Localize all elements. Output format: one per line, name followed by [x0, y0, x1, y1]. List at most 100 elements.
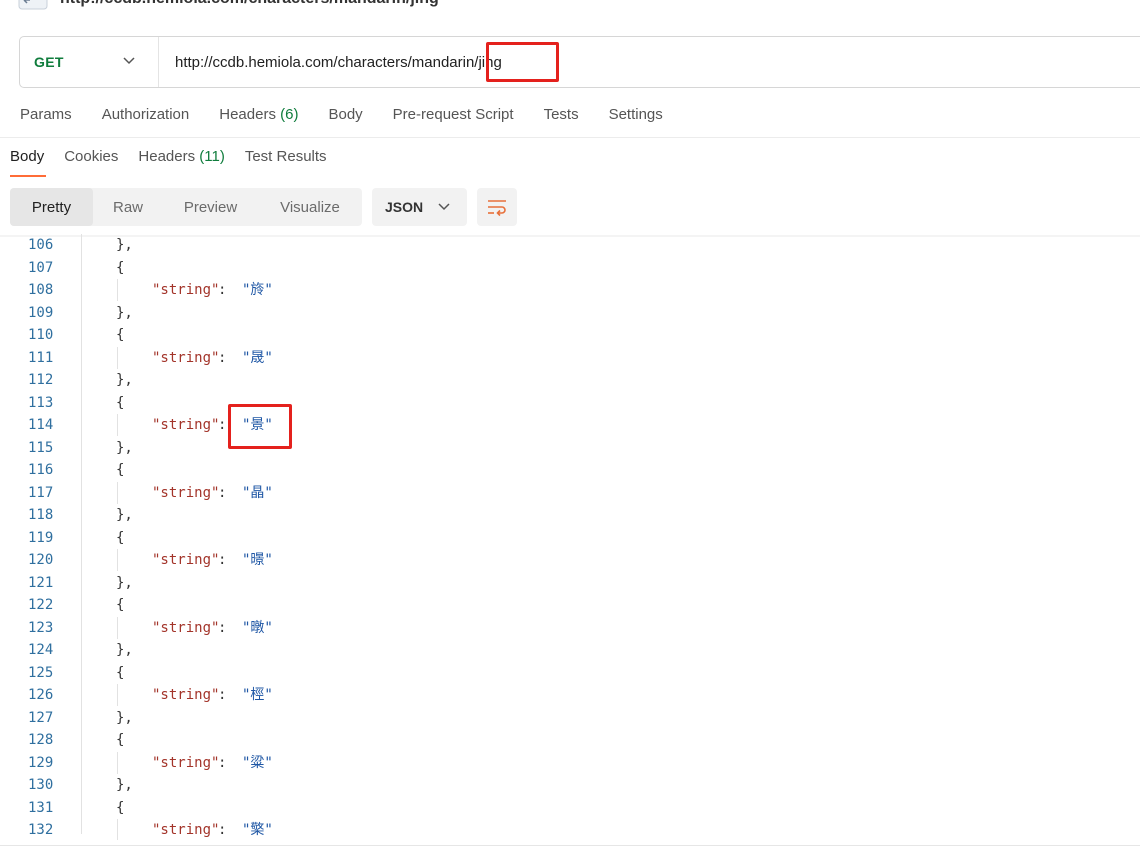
- format-select[interactable]: JSON: [372, 188, 467, 226]
- response-tab-cookies[interactable]: Cookies: [64, 148, 118, 170]
- line-number: 107: [28, 259, 54, 276]
- tab-body[interactable]: Body: [328, 106, 362, 130]
- line-number: 110: [28, 327, 54, 343]
- response-tab-test-results[interactable]: Test Results: [245, 148, 327, 170]
- wrap-lines-button[interactable]: [477, 188, 517, 226]
- json-value: "晟": [242, 349, 273, 366]
- code-line: 112},: [0, 369, 1140, 391]
- method-select[interactable]: GET: [20, 37, 159, 87]
- response-tab-body[interactable]: Body: [10, 148, 44, 170]
- line-number: 131: [28, 799, 54, 816]
- tab-tests[interactable]: Tests: [544, 106, 579, 130]
- code-line: 114 "string": "景": [0, 414, 1140, 436]
- closing-brace: },: [116, 507, 133, 523]
- line-number: 119: [28, 529, 54, 546]
- response-body-viewer[interactable]: 106}, 107 {108 "string": "旍" 109}, 110 {111 "str…: [0, 234, 1140, 840]
- code-line: 107 {: [0, 257, 1140, 279]
- code-line: 116 {: [0, 459, 1140, 481]
- line-number: 114: [28, 417, 54, 433]
- line-number: 115: [28, 439, 54, 456]
- json-key: "string": [152, 687, 220, 703]
- closing-brace: },: [116, 237, 133, 253]
- colon: :: [218, 822, 227, 838]
- tab-authorization[interactable]: Authorization: [102, 106, 190, 130]
- http-request-icon: [18, 0, 48, 10]
- indent-guide: [117, 751, 118, 774]
- json-key: "string": [152, 619, 220, 636]
- code-line: 111 "string": "晟": [0, 346, 1140, 369]
- indent-guide: [117, 414, 118, 436]
- code-line: 121},: [0, 572, 1140, 594]
- opening-brace: {: [116, 799, 125, 816]
- indent-guide: [81, 234, 82, 834]
- method-label: GET: [34, 54, 64, 70]
- closing-brace: },: [116, 642, 133, 658]
- colon: :: [218, 417, 227, 433]
- code-line: 124},: [0, 639, 1140, 661]
- code-line: 127},: [0, 707, 1140, 729]
- colon: :: [218, 754, 227, 771]
- colon: :: [218, 484, 227, 501]
- request-tabs: Params Authorization Headers (6) Body Pr…: [20, 106, 693, 130]
- code-line: 109},: [0, 302, 1140, 324]
- code-line: 117 "string": "晶": [0, 481, 1140, 504]
- line-number: 120: [28, 552, 54, 568]
- json-key: "string": [152, 484, 220, 501]
- view-mode-group: Pretty Raw Preview Visualize: [10, 188, 362, 226]
- opening-brace: {: [116, 597, 125, 613]
- json-key: "string": [152, 282, 220, 298]
- json-key: "string": [152, 754, 220, 771]
- url-highlight-box: [486, 42, 559, 82]
- url-input[interactable]: http://ccdb.hemiola.com/characters/manda…: [175, 54, 502, 71]
- line-number: 116: [28, 462, 54, 478]
- wrap-lines-icon: [488, 200, 506, 217]
- json-value: "檠": [242, 822, 273, 838]
- closing-brace: },: [116, 709, 133, 726]
- code-line: 128 {: [0, 729, 1140, 751]
- indent-guide: [117, 346, 118, 369]
- chevron-down-icon: [438, 203, 450, 211]
- tab-pre-request-script[interactable]: Pre-request Script: [393, 106, 514, 130]
- tab-headers-label: Headers: [219, 106, 276, 123]
- line-number: 129: [28, 754, 54, 771]
- json-value: "暻": [242, 552, 273, 568]
- view-pretty-button[interactable]: Pretty: [10, 188, 93, 226]
- colon: :: [218, 349, 227, 366]
- response-tab-headers-label: Headers: [138, 148, 196, 165]
- code-line: 131 {: [0, 797, 1140, 819]
- colon: :: [218, 619, 227, 636]
- response-tabs: Body Cookies Headers (11) Test Results: [10, 148, 347, 170]
- json-value: "粱": [242, 754, 273, 771]
- format-label: JSON: [385, 199, 424, 215]
- closing-brace: },: [116, 777, 133, 793]
- line-number: 121: [28, 574, 54, 591]
- view-visualize-button[interactable]: Visualize: [258, 188, 362, 226]
- divider: [0, 137, 1140, 138]
- url-bar: GET http://ccdb.hemiola.com/characters/m…: [19, 36, 1140, 88]
- view-raw-button[interactable]: Raw: [93, 188, 163, 226]
- closing-brace: },: [116, 372, 133, 388]
- opening-brace: {: [116, 664, 125, 681]
- tab-headers[interactable]: Headers (6): [219, 106, 298, 130]
- response-tab-headers[interactable]: Headers (11): [138, 148, 224, 170]
- opening-brace: {: [116, 394, 125, 411]
- line-number: 128: [28, 732, 54, 748]
- code-line: 126 "string": "桱": [0, 684, 1140, 706]
- divider: [0, 845, 1140, 846]
- json-value: "桱": [242, 687, 273, 703]
- line-number: 112: [28, 372, 54, 388]
- closing-brace: },: [116, 304, 133, 321]
- line-number: 130: [28, 777, 54, 793]
- opening-brace: {: [116, 732, 125, 748]
- line-number: 109: [28, 304, 54, 321]
- line-number: 108: [28, 282, 54, 298]
- json-value: "暾": [242, 619, 273, 636]
- indent-guide: [117, 481, 118, 504]
- code-line: 129 "string": "粱": [0, 751, 1140, 774]
- view-preview-button[interactable]: Preview: [163, 188, 258, 226]
- indent-guide: [117, 616, 118, 639]
- line-number: 127: [28, 709, 54, 726]
- colon: :: [218, 282, 227, 298]
- tab-settings[interactable]: Settings: [609, 106, 663, 130]
- tab-params[interactable]: Params: [20, 106, 72, 130]
